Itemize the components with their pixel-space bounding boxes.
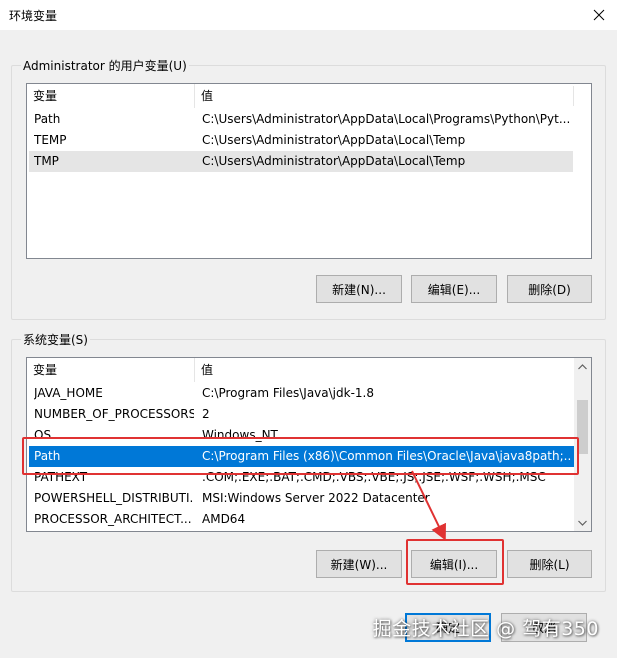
watermark-text: 掘金技术社区 @ 驾有350 [372,618,599,640]
bottom-edge [0,648,617,658]
annotation-arrow-icon [411,470,446,541]
